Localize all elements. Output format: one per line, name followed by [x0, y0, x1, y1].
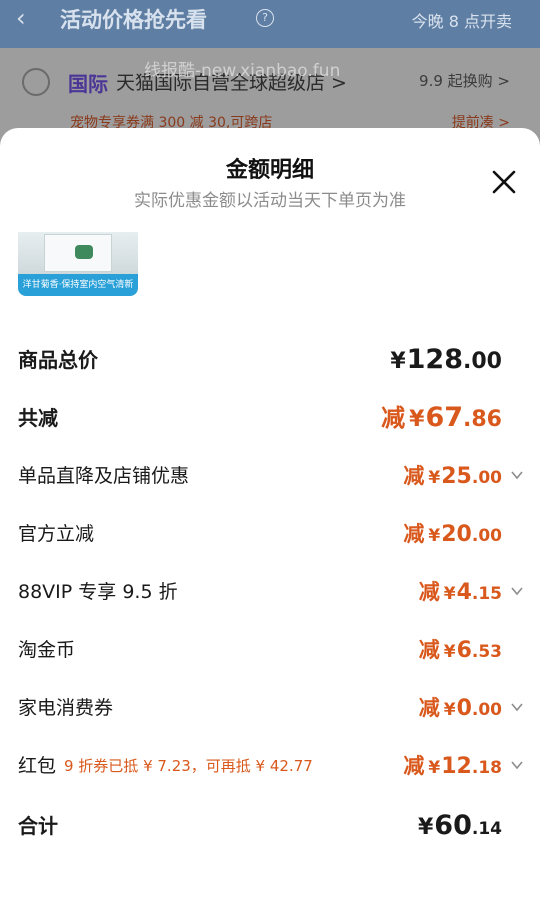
sheet-subtitle: 实际优惠金额以活动当天下单页为准: [134, 191, 406, 211]
total-reduction-value: 减 ¥67.86: [381, 402, 502, 433]
chevron-down-icon[interactable]: [510, 584, 524, 598]
row-total-price: 商品总价 ¥128.00: [18, 340, 522, 380]
sum-value: ¥60.14: [417, 810, 502, 841]
row-vip-discount[interactable]: 88VIP 专享 9.5 折 减 ¥4.15: [18, 572, 524, 612]
chevron-down-icon[interactable]: [510, 758, 524, 772]
help-icon[interactable]: ?: [256, 9, 274, 27]
total-reduction-label: 共减: [18, 406, 58, 430]
vip-discount-label: 88VIP 专享 9.5 折: [18, 581, 178, 603]
store-promo-link[interactable]: 9.9 起换购 >: [419, 70, 510, 91]
sum-label: 合计: [18, 814, 58, 838]
product-image: [18, 232, 138, 274]
product-band-text: 洋甘菊香·保持室内空气清新: [18, 274, 138, 296]
background-header: ‹ 活动价格抢先看 ? 今晚 8 点开卖: [0, 0, 540, 40]
close-icon[interactable]: [490, 168, 518, 196]
row-appliance-coupon[interactable]: 家电消费券 减 ¥0.00: [18, 688, 524, 728]
row-coin-discount: 淘金币 减 ¥6.53: [18, 630, 522, 670]
appliance-coupon-label: 家电消费券: [18, 697, 114, 719]
chevron-down-icon[interactable]: [510, 700, 524, 714]
background-sale-time: 今晚 8 点开卖: [411, 12, 512, 31]
row-sum: 合计 ¥60.14: [18, 806, 522, 846]
appliance-coupon-value: 减 ¥0.00: [418, 696, 502, 721]
official-discount-value: 减 ¥20.00: [403, 522, 502, 547]
coin-discount-label: 淘金币: [18, 639, 76, 661]
sheet-title: 金额明细: [225, 158, 314, 183]
red-packet-label: 红包: [18, 755, 57, 777]
background-title: 活动价格抢先看: [60, 8, 207, 32]
direct-discount-label: 单品直降及店铺优惠: [18, 465, 190, 487]
store-tag: 国际: [68, 72, 108, 96]
watermark: 线报酷-new.xianbao.fun: [144, 61, 341, 81]
back-arrow-icon[interactable]: ‹: [16, 4, 26, 32]
row-official-discount: 官方立减 减 ¥20.00: [18, 514, 522, 554]
red-packet-note: 9 折券已抵 ¥ 7.23，可再抵 ¥ 42.77: [64, 757, 313, 775]
total-price-value: ¥128.00: [390, 344, 502, 375]
chevron-down-icon[interactable]: [510, 468, 524, 482]
total-price-label: 商品总价: [18, 348, 98, 372]
direct-discount-value: 减 ¥25.00: [403, 464, 502, 489]
official-discount-label: 官方立减: [18, 523, 95, 545]
row-total-reduction: 共减 减 ¥67.86: [18, 398, 522, 438]
row-red-packet[interactable]: 红包 9 折券已抵 ¥ 7.23，可再抵 ¥ 42.77 减 ¥12.18: [18, 746, 524, 786]
store-select-radio[interactable]: [22, 68, 50, 96]
vip-discount-value: 减 ¥4.15: [418, 580, 502, 605]
red-packet-value: 减 ¥12.18: [403, 754, 502, 779]
row-direct-discount[interactable]: 单品直降及店铺优惠 减 ¥25.00: [18, 456, 524, 496]
product-thumbnail[interactable]: 洋甘菊香·保持室内空气清新: [18, 232, 138, 296]
coin-discount-value: 减 ¥6.53: [418, 638, 502, 663]
